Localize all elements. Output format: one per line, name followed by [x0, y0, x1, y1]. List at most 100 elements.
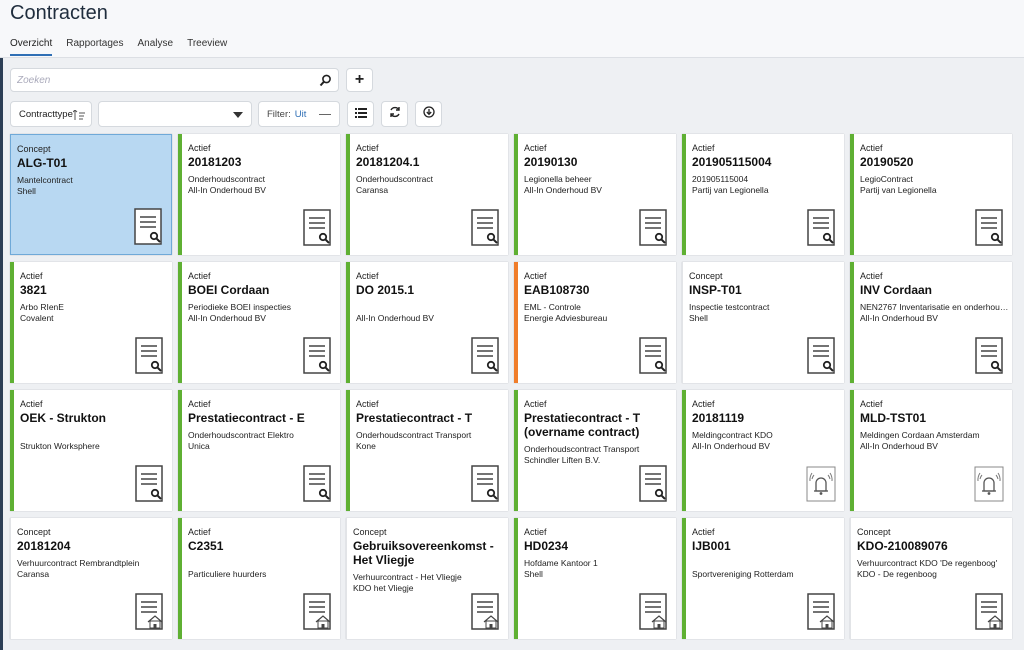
contract-party: All-In Onderhoud BV — [188, 313, 266, 323]
list-view-button[interactable] — [347, 101, 374, 127]
contract-type: Verhuurcontract Rembrandtplein — [17, 558, 140, 568]
contract-card[interactable]: Concept 20181204 Verhuurcontract Rembrandt… — [10, 518, 172, 639]
contract-card[interactable]: Actief EAB108730 EML - Controle Energie Adv… — [514, 262, 676, 383]
contract-type: Legionella beheer — [524, 174, 592, 184]
contract-type: Onderhoudscontract Transport — [524, 444, 640, 454]
contract-card[interactable]: Concept Gebruiksovereenkomst - Het Vliegj… — [346, 518, 508, 639]
contract-card[interactable]: Concept ALG-T01 Mantelcontract Shell — [10, 134, 172, 255]
contract-card[interactable]: Actief 20190130 Legionella beheer All-In On… — [514, 134, 676, 255]
contract-type: Hofdame Kantoor 1 — [524, 558, 598, 568]
document-search-icon — [303, 209, 331, 246]
contract-code: HD0234 — [524, 539, 569, 553]
document-search-icon — [639, 337, 667, 374]
contract-card[interactable]: Actief C2351 Particuliere huurders — [178, 518, 340, 639]
tab-analyse[interactable]: Analyse — [138, 38, 174, 56]
sort-icon — [72, 109, 85, 123]
contract-status: Actief — [356, 143, 379, 153]
contract-party: All-In Onderhoud BV — [524, 185, 602, 195]
contracttype-select[interactable] — [98, 101, 252, 127]
contract-code: 20181119 — [692, 411, 745, 425]
contracttype-button[interactable]: Contracttype — [10, 101, 92, 127]
contract-party: Covalent — [20, 313, 54, 323]
contract-status: Actief — [524, 399, 547, 409]
refresh-button[interactable] — [381, 101, 408, 127]
document-search-icon — [639, 465, 667, 502]
contract-card[interactable]: Actief 201905115004 201905115004 Partij van… — [682, 134, 844, 255]
document-house-icon — [807, 593, 835, 630]
contract-status: Actief — [20, 271, 43, 281]
contract-card[interactable]: Actief BOEI Cordaan Periodieke BOEI inspec… — [178, 262, 340, 383]
tab-treeview[interactable]: Treeview — [187, 38, 227, 56]
contract-status: Concept — [17, 527, 51, 537]
contract-type: LegioContract — [860, 174, 913, 184]
contract-card[interactable]: Actief INV Cordaan NEN2767 Inventarisatie … — [850, 262, 1012, 383]
contract-card[interactable]: Actief 20190520 LegioContract Partij van Le… — [850, 134, 1012, 255]
contract-card[interactable]: Concept KDO-210089076 Verhuurcontract KDO … — [850, 518, 1012, 639]
alarm-bell-icon — [806, 466, 836, 502]
contract-card[interactable]: Actief 20181203 Onderhoudscontract All-In O… — [178, 134, 340, 255]
refresh-icon — [389, 105, 401, 123]
contract-status: Actief — [188, 527, 211, 537]
contract-card[interactable]: Actief 3821 Arbo RIenE Covalent — [10, 262, 172, 383]
contract-party: All-In Onderhoud BV — [356, 313, 434, 323]
contract-card[interactable]: Actief IJB001 Sportvereniging Rotterdam — [682, 518, 844, 639]
tab-bar: Overzicht Rapportages Analyse Treeview — [10, 38, 227, 56]
contract-type: Onderhoudscontract Elektro — [188, 430, 294, 440]
contract-card[interactable]: Actief MLD-TST01 Meldingen Cordaan Amsterd… — [850, 390, 1012, 511]
contract-party: KDO - De regenboog — [857, 569, 937, 579]
contract-card[interactable]: Actief Prestatiecontract - T (overname co… — [514, 390, 676, 511]
search-input[interactable] — [11, 69, 311, 91]
contract-card[interactable]: Actief OEK - Strukton Strukton Worksphere — [10, 390, 172, 511]
document-house-icon — [639, 593, 667, 630]
contract-status: Actief — [692, 527, 715, 537]
contract-status: Actief — [20, 399, 43, 409]
document-search-icon — [807, 209, 835, 246]
contract-code: 20190520 — [860, 155, 914, 169]
document-search-icon — [135, 465, 163, 502]
contract-type: Meldingcontract KDO — [692, 430, 773, 440]
contract-type: Verhuurcontract - Het Vliegje — [353, 572, 462, 582]
download-icon — [422, 105, 435, 123]
document-search-icon — [807, 337, 835, 374]
contract-code: INSP-T01 — [689, 283, 742, 297]
contract-code: 20190130 — [524, 155, 578, 169]
contract-code: EAB108730 — [524, 283, 590, 297]
contract-party: All-In Onderhoud BV — [860, 313, 938, 323]
tab-rapportages[interactable]: Rapportages — [66, 38, 123, 56]
contract-party: KDO het Vliegje — [353, 583, 414, 593]
contract-card[interactable]: Actief Prestatiecontract - T Onderhoudscon… — [346, 390, 508, 511]
contract-card[interactable]: Actief 20181119 Meldingcontract KDO All-In … — [682, 390, 844, 511]
contract-status: Concept — [689, 271, 723, 281]
download-button[interactable] — [415, 101, 442, 127]
contract-card[interactable]: Actief HD0234 Hofdame Kantoor 1 Shell — [514, 518, 676, 639]
contract-type: Periodieke BOEI inspecties — [188, 302, 291, 312]
document-search-icon — [303, 337, 331, 374]
contract-card[interactable]: Actief Prestatiecontract - E Onderhoudscon… — [178, 390, 340, 511]
filter-button[interactable]: Filter: Uit — [258, 101, 340, 127]
contract-status: Actief — [692, 143, 715, 153]
contract-card[interactable]: Actief 20181204.1 Onderhoudscontract Carans… — [346, 134, 508, 255]
document-house-icon — [471, 593, 499, 630]
collapse-icon — [319, 114, 331, 115]
contract-status: Actief — [524, 143, 547, 153]
document-search-icon — [471, 337, 499, 374]
contract-type: Inspectie testcontract — [689, 302, 770, 312]
contract-code: Gebruiksovereenkomst - Het Vliegje — [353, 539, 494, 567]
alarm-bell-icon — [974, 466, 1004, 502]
contract-code: Prestatiecontract - T — [356, 411, 473, 425]
contract-card[interactable]: Actief DO 2015.1 All-In Onderhoud BV — [346, 262, 508, 383]
tab-overzicht[interactable]: Overzicht — [10, 38, 53, 56]
contract-type: NEN2767 Inventarisatie en onderhoudsplan — [860, 302, 1010, 312]
contract-code: 201905115004 — [692, 155, 772, 169]
document-search-icon — [134, 208, 162, 245]
contract-type: Meldingen Cordaan Amsterdam — [860, 430, 980, 440]
contract-card[interactable]: Concept INSP-T01 Inspectie testcontract She… — [682, 262, 844, 383]
search-icon[interactable] — [319, 74, 332, 92]
contracttype-label: Contracttype — [19, 108, 73, 120]
add-contract-button[interactable]: + — [346, 68, 373, 92]
contract-code: 20181204.1 — [356, 155, 420, 169]
document-house-icon — [975, 593, 1003, 630]
contract-code: KDO-210089076 — [857, 539, 948, 553]
document-search-icon — [303, 465, 331, 502]
contract-status: Actief — [524, 271, 547, 281]
